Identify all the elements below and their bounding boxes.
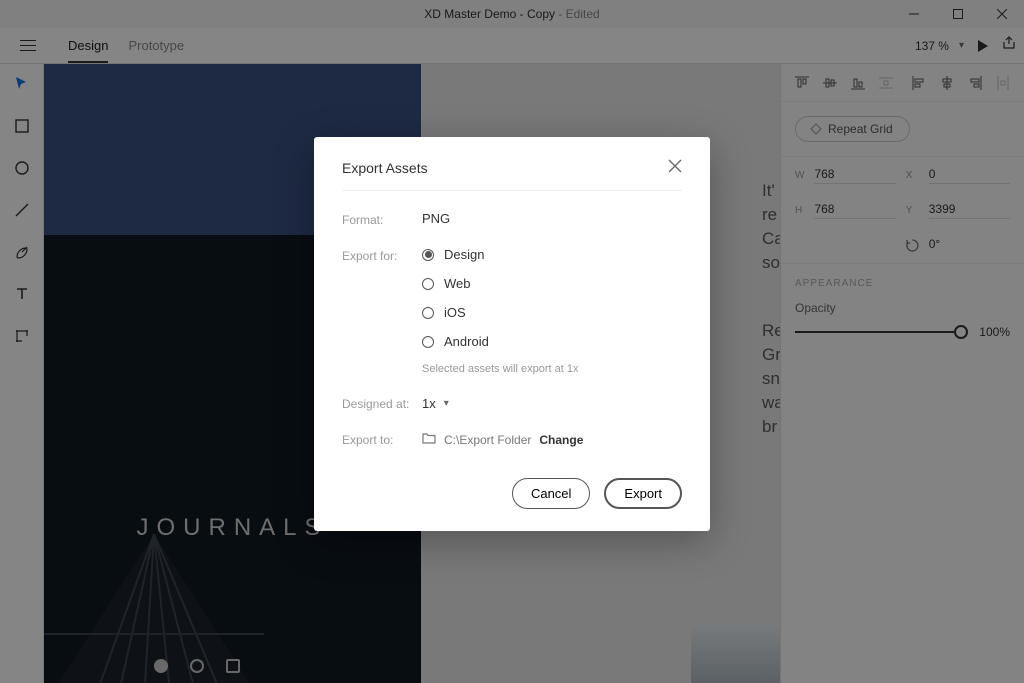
format-label: Format: [342,211,422,227]
radio-icon [422,249,434,261]
option-ios-label: iOS [444,305,466,320]
option-android-label: Android [444,334,489,349]
dialog-title: Export Assets [342,160,428,176]
option-design[interactable]: Design [422,247,579,262]
export-assets-dialog: Export Assets Format: PNG Export for: De… [314,137,710,531]
designedat-dropdown[interactable]: 1x ▾ [422,395,449,411]
export-button[interactable]: Export [604,478,682,509]
export-path: C:\Export Folder [444,433,531,447]
dialog-close-button[interactable] [668,159,682,176]
export-note: Selected assets will export at 1x [422,363,579,375]
option-android[interactable]: Android [422,334,579,349]
radio-icon [422,307,434,319]
option-design-label: Design [444,247,484,262]
folder-icon [422,431,436,448]
option-web-label: Web [444,276,471,291]
exportfor-options: Design Web iOS Android [422,247,579,349]
format-value[interactable]: PNG [422,211,450,227]
cancel-button[interactable]: Cancel [512,478,590,509]
radio-icon [422,278,434,290]
chevron-down-icon: ▾ [444,398,449,409]
option-ios[interactable]: iOS [422,305,579,320]
change-link[interactable]: Change [539,433,583,447]
designedat-label: Designed at: [342,395,422,411]
exportfor-label: Export for: [342,247,422,375]
radio-icon [422,336,434,348]
designedat-value: 1x [422,396,436,411]
close-icon [668,159,682,173]
option-web[interactable]: Web [422,276,579,291]
exportto-label: Export to: [342,431,422,448]
